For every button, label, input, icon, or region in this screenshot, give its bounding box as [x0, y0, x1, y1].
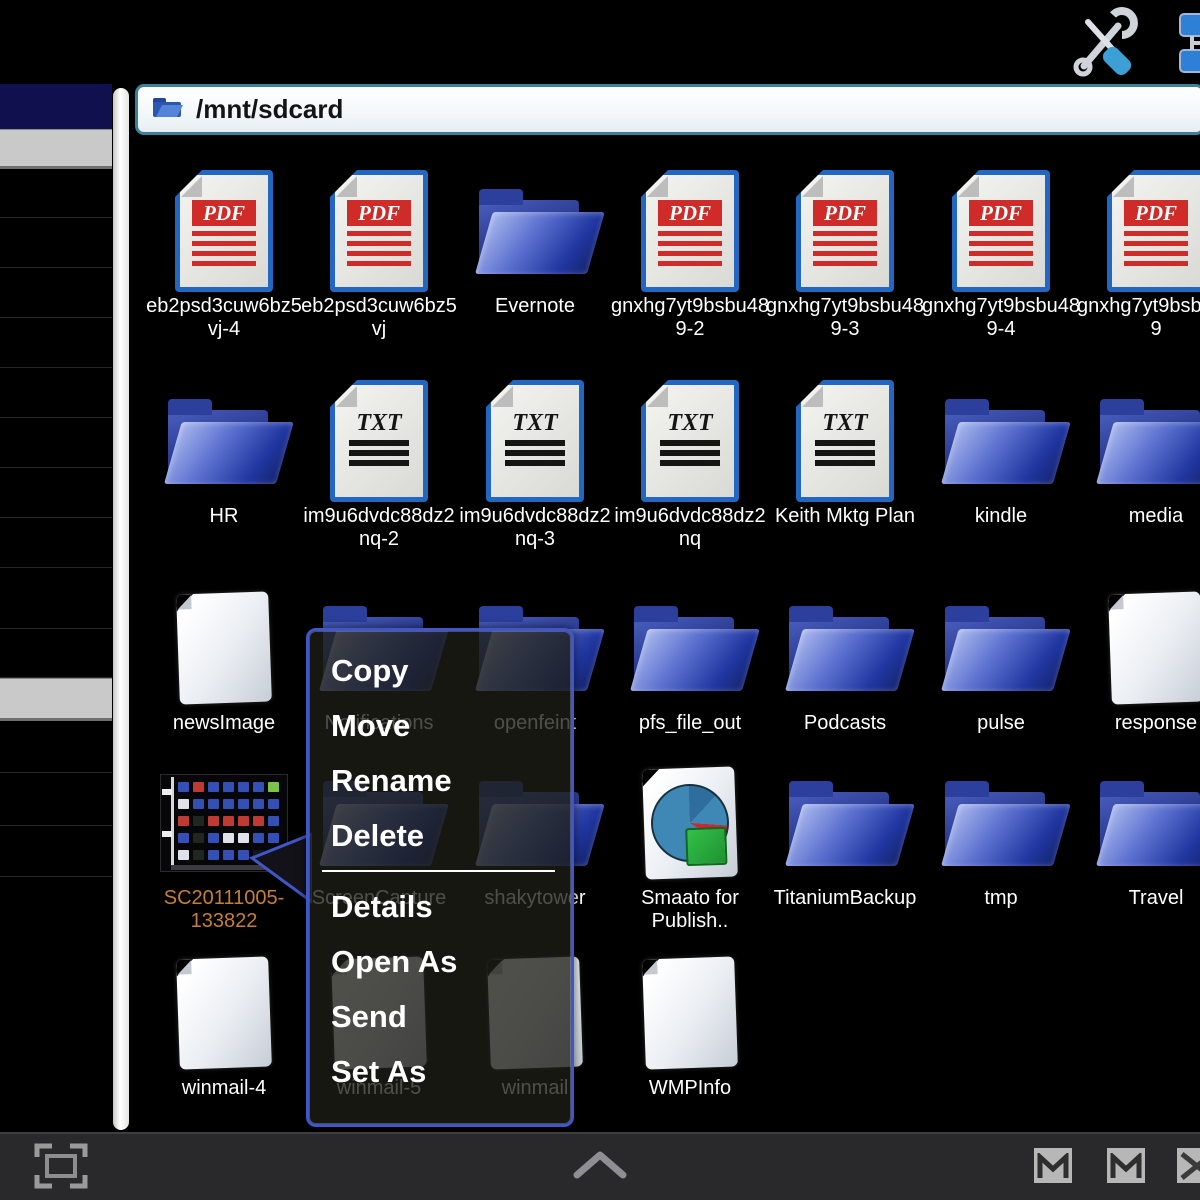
grid-item[interactable]: PDFeb2psd3cuw6bz5vj-4	[145, 168, 303, 341]
file-label: media	[1077, 505, 1200, 528]
grid-item[interactable]: PDFeb2psd3cuw6bz5vj	[300, 168, 458, 341]
file-grid: PDFeb2psd3cuw6bz5vj-4PDFeb2psd3cuw6bz5vj…	[0, 0, 1200, 1200]
file-label: winmail-4	[145, 1077, 303, 1100]
pdf-file-icon: PDF	[1077, 168, 1200, 293]
menu-item-set-as[interactable]: Set As	[309, 1044, 571, 1099]
folder-icon	[922, 760, 1080, 885]
file-label: Evernote	[456, 295, 614, 318]
grid-item[interactable]: TXTim9u6dvdc88dz2nq-2	[300, 378, 458, 551]
txt-file-icon: TXT	[456, 378, 614, 503]
txt-file-icon: TXT	[300, 378, 458, 503]
file-label: response	[1077, 712, 1200, 735]
pdf-file-icon: PDF	[145, 168, 303, 293]
grid-item[interactable]: PDFgnxhg7yt9bsbu489-4	[922, 168, 1080, 341]
menu-item-rename[interactable]: Rename	[309, 753, 571, 808]
pdf-file-icon: PDF	[611, 168, 769, 293]
grid-item[interactable]: pfs_file_out	[611, 585, 769, 735]
grid-item[interactable]: kindle	[922, 378, 1080, 528]
grid-item[interactable]: TitaniumBackup	[766, 760, 924, 910]
pie-chart-file-icon	[611, 760, 769, 885]
file-label: gnxhg7yt9bsbu489-2	[611, 295, 769, 341]
file-label: pfs_file_out	[611, 712, 769, 735]
file-label: im9u6dvdc88dz2nq-3	[456, 505, 614, 551]
file-icon	[145, 585, 303, 710]
grid-item[interactable]: Travel	[1077, 760, 1200, 910]
grid-item[interactable]: pulse	[922, 585, 1080, 735]
file-label: Podcasts	[766, 712, 924, 735]
context-menu: CopyMoveRenameDelete DetailsOpen AsSendSe…	[306, 628, 574, 1127]
grid-item[interactable]: WMPInfo	[611, 950, 769, 1100]
gmail-icon[interactable]	[1034, 1148, 1072, 1183]
file-label: tmp	[922, 887, 1080, 910]
grid-item[interactable]: response	[1077, 585, 1200, 735]
txt-file-icon: TXT	[611, 378, 769, 503]
file-manager-screen: { "path_bar": { "path": "/mnt/sdcard" },…	[0, 0, 1200, 1200]
file-icon	[145, 950, 303, 1075]
menu-item-delete[interactable]: Delete	[309, 808, 571, 863]
menu-item-open-as[interactable]: Open As	[309, 934, 571, 989]
file-label: newsImage	[145, 712, 303, 735]
file-label: TitaniumBackup	[766, 887, 924, 910]
grid-item[interactable]: media	[1077, 378, 1200, 528]
file-label: gnxhg7yt9bsbu489-4	[922, 295, 1080, 341]
grid-item[interactable]: Smaato for Publish..	[611, 760, 769, 933]
file-label: im9u6dvdc88dz2nq	[611, 505, 769, 551]
screenshot-icon[interactable]	[32, 1140, 90, 1197]
grid-item[interactable]: TXTim9u6dvdc88dz2nq	[611, 378, 769, 551]
grid-item[interactable]: PDFgnxhg7yt9bsbu489-3	[766, 168, 924, 341]
file-label: gnxhg7yt9bsbu489-3	[766, 295, 924, 341]
menu-item-move[interactable]: Move	[309, 698, 571, 753]
folder-icon	[145, 378, 303, 503]
pdf-file-icon: PDF	[300, 168, 458, 293]
pdf-file-icon: PDF	[766, 168, 924, 293]
grid-item[interactable]: newsImage	[145, 585, 303, 735]
menu-item-send[interactable]: Send	[309, 989, 571, 1044]
txt-file-icon: TXT	[766, 378, 924, 503]
grid-item[interactable]: TXTKeith Mktg Plan	[766, 378, 924, 528]
grid-item[interactable]: PDFgnxhg7yt9bsbu489	[1077, 168, 1200, 341]
file-label: gnxhg7yt9bsbu489	[1077, 295, 1200, 341]
file-label: kindle	[922, 505, 1080, 528]
grid-item[interactable]: TXTim9u6dvdc88dz2nq-3	[456, 378, 614, 551]
grid-item[interactable]: tmp	[922, 760, 1080, 910]
grid-item[interactable]: winmail-4	[145, 950, 303, 1100]
file-label: eb2psd3cuw6bz5vj	[300, 295, 458, 341]
menu-separator	[322, 870, 555, 872]
grid-item[interactable]: Podcasts	[766, 585, 924, 735]
folder-icon	[922, 585, 1080, 710]
file-label: pulse	[922, 712, 1080, 735]
folder-icon	[922, 378, 1080, 503]
folder-icon	[1077, 378, 1200, 503]
file-label: im9u6dvdc88dz2nq-2	[300, 505, 458, 551]
file-label: Travel	[1077, 887, 1200, 910]
file-label: WMPInfo	[611, 1077, 769, 1100]
menu-item-details[interactable]: Details	[309, 879, 571, 934]
folder-icon	[766, 760, 924, 885]
compose-icon[interactable]	[1177, 1148, 1200, 1183]
grid-item[interactable]: HR	[145, 378, 303, 528]
file-label: Smaato for Publish..	[611, 887, 769, 933]
menu-callout-tail	[240, 826, 312, 908]
grid-item[interactable]: PDFgnxhg7yt9bsbu489-2	[611, 168, 769, 341]
menu-item-copy[interactable]: Copy	[309, 643, 571, 698]
folder-icon	[766, 585, 924, 710]
file-label: eb2psd3cuw6bz5vj-4	[145, 295, 303, 341]
bottom-system-bar	[0, 1132, 1200, 1200]
file-icon	[611, 950, 769, 1075]
gmail-icon[interactable]	[1107, 1148, 1145, 1183]
folder-icon	[611, 585, 769, 710]
folder-icon	[1077, 760, 1200, 885]
grid-item[interactable]: Evernote	[456, 168, 614, 318]
pdf-file-icon: PDF	[922, 168, 1080, 293]
folder-icon	[456, 168, 614, 293]
file-label: Keith Mktg Plan	[766, 505, 924, 528]
file-label: HR	[145, 505, 303, 528]
scroll-up-icon[interactable]	[572, 1148, 628, 1185]
file-icon	[1077, 585, 1200, 710]
